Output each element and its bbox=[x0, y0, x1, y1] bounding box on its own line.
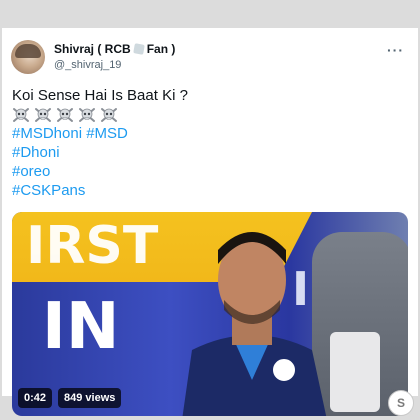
tweet-text: Koi Sense Hai Is Baat Ki ? bbox=[12, 87, 188, 104]
video-duration: 0:42 bbox=[18, 388, 53, 408]
speaker-figure bbox=[162, 220, 342, 416]
video-player[interactable]: IRST IN I 0:42 849 views bbox=[12, 212, 408, 416]
backdrop-lettering: IRST bbox=[26, 216, 159, 276]
tweet-card[interactable]: Shivraj ( RCB Fan ) @_shivraj_19 ··· Koi… bbox=[2, 28, 418, 416]
display-name[interactable]: Shivraj ( RCB Fan ) bbox=[54, 42, 175, 56]
emoji-icon bbox=[132, 43, 145, 55]
backdrop-lettering: IN bbox=[42, 290, 120, 364]
display-name-text: Shivraj ( RCB bbox=[54, 42, 131, 56]
avatar-image bbox=[15, 44, 41, 58]
hashtag-link[interactable]: #CSKPans bbox=[12, 181, 188, 200]
view-count: 849 views bbox=[58, 388, 122, 408]
skull-crossbones-icon bbox=[56, 106, 74, 124]
tweet-body: Koi Sense Hai Is Baat Ki ? #MSDhoni #MSD… bbox=[12, 86, 188, 200]
emoji-row bbox=[12, 106, 188, 124]
skull-crossbones-icon bbox=[12, 106, 30, 124]
more-options-button[interactable]: ··· bbox=[387, 42, 404, 58]
avatar[interactable] bbox=[11, 40, 45, 74]
skull-crossbones-icon bbox=[34, 106, 52, 124]
hashtag-link[interactable]: #MSD bbox=[86, 125, 128, 142]
hashtag-list: #MSDhoni #MSD #Dhoni #oreo #CSKPans bbox=[12, 124, 188, 200]
hashtag-link[interactable]: #oreo bbox=[12, 162, 188, 181]
screenshot-frame: Shivraj ( RCB Fan ) @_shivraj_19 ··· Koi… bbox=[0, 0, 420, 420]
hashtag-link[interactable]: #MSDhoni bbox=[12, 125, 82, 142]
display-name-suffix: Fan ) bbox=[146, 42, 176, 56]
skull-crossbones-icon bbox=[100, 106, 118, 124]
watermark-logo-icon: S bbox=[388, 390, 414, 416]
user-handle[interactable]: @_shivraj_19 bbox=[54, 59, 121, 71]
skull-crossbones-icon bbox=[78, 106, 96, 124]
hashtag-link[interactable]: #Dhoni bbox=[12, 143, 188, 162]
